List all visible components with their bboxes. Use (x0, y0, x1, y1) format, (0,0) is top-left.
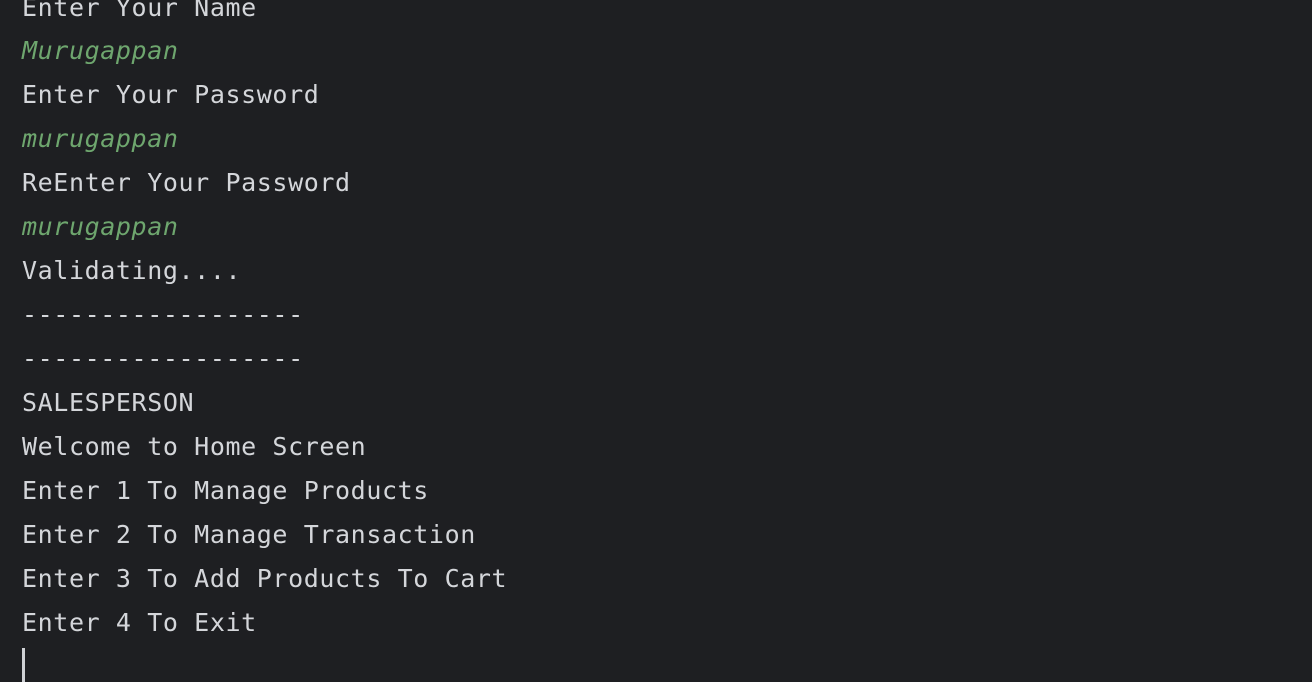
text-caret[interactable] (22, 648, 25, 682)
divider-line: ------------------ (22, 300, 304, 329)
divider-line: ------------------ (22, 344, 304, 373)
input-password-value: murugappan (22, 124, 179, 153)
menu-option-1: Enter 1 To Manage Products (22, 476, 429, 505)
run-console[interactable]: Enter Your Name Murugappan Enter Your Pa… (0, 0, 1312, 682)
prompt-enter-name: Enter Your Name (22, 0, 257, 22)
role-label: SALESPERSON (22, 388, 195, 417)
prompt-enter-password: Enter Your Password (22, 80, 320, 109)
welcome-message: Welcome to Home Screen (22, 432, 367, 461)
validating-message: Validating.... (22, 256, 242, 285)
input-reenter-password-value: murugappan (22, 212, 179, 241)
menu-option-4: Enter 4 To Exit (22, 608, 257, 637)
menu-option-2: Enter 2 To Manage Transaction (22, 520, 476, 549)
prompt-reenter-password: ReEnter Your Password (22, 168, 351, 197)
input-name-value: Murugappan (22, 36, 179, 65)
menu-option-3: Enter 3 To Add Products To Cart (22, 564, 508, 593)
